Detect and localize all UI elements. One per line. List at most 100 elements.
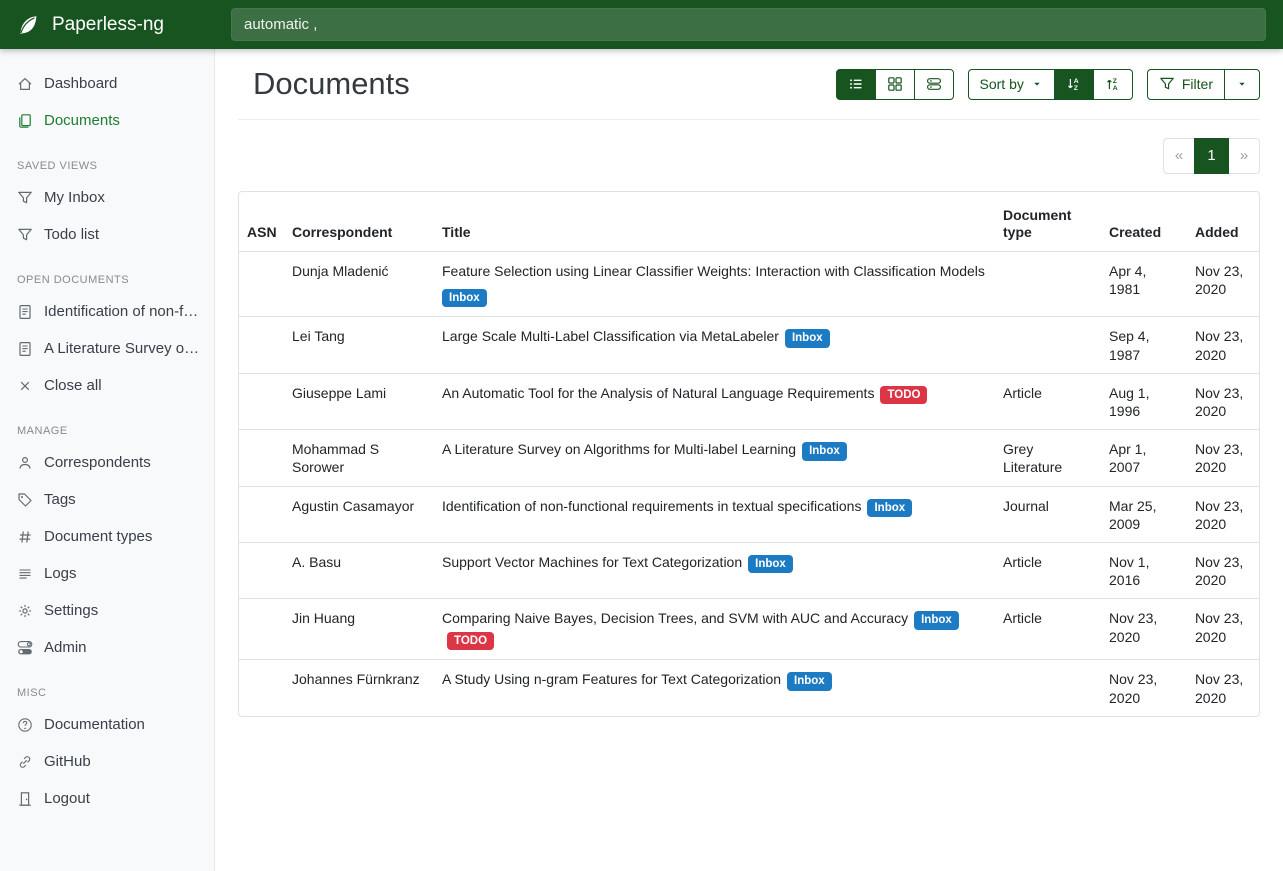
sidebar-item-logout[interactable]: Logout: [0, 780, 214, 817]
doc-correspondent-link[interactable]: A. Basu: [292, 554, 341, 570]
tag-badge-inbox[interactable]: Inbox: [787, 672, 832, 691]
sidebar-item-settings[interactable]: Settings: [0, 592, 214, 629]
tag-badge-inbox[interactable]: Inbox: [748, 555, 793, 574]
door-icon: [17, 791, 33, 807]
sort-by-label: Sort by: [980, 76, 1024, 92]
doc-type-cell: [995, 251, 1101, 317]
sidebar-nav: DashboardDocumentsSAVED VIEWSMy InboxTod…: [0, 65, 214, 817]
svg-text:Z: Z: [1074, 85, 1078, 92]
doc-correspondent-link[interactable]: Lei Tang: [292, 328, 345, 344]
sidebar-item-logs[interactable]: Logs: [0, 555, 214, 592]
search-input[interactable]: [231, 8, 1266, 41]
doc-created-cell: Aug 1, 1996: [1101, 373, 1187, 429]
doc-correspondent-link[interactable]: Dunja Mladenić: [292, 263, 389, 279]
page-title: Documents: [253, 65, 410, 104]
doc-title-link[interactable]: An Automatic Tool for the Analysis of Na…: [442, 385, 874, 401]
brand[interactable]: Paperless-ng: [0, 0, 215, 49]
toggles-icon: [17, 640, 33, 656]
tag-badge-inbox[interactable]: Inbox: [785, 329, 830, 348]
column-header-asn[interactable]: ASN: [239, 192, 284, 252]
tag-badge-inbox[interactable]: Inbox: [802, 442, 847, 461]
sidebar-item-identification-of-non-fu[interactable]: Identification of non-fu…: [0, 293, 214, 330]
doc-correspondent-link[interactable]: Jin Huang: [292, 610, 355, 626]
tag-badge-todo[interactable]: TODO: [447, 632, 494, 651]
sidebar-item-todo-list[interactable]: Todo list: [0, 216, 214, 253]
funnel-icon: [17, 227, 33, 243]
filter-dropdown-button[interactable]: [1224, 69, 1260, 100]
sidebar-item-github[interactable]: GitHub: [0, 743, 214, 780]
sidebar-item-admin[interactable]: Admin: [0, 629, 214, 666]
doc-created-cell: Apr 1, 2007: [1101, 430, 1187, 486]
doc-title-link[interactable]: Support Vector Machines for Text Categor…: [442, 554, 742, 570]
doc-type-link[interactable]: Grey Literature: [1003, 441, 1062, 475]
doc-correspondent-link[interactable]: Agustin Casamayor: [292, 498, 414, 514]
sidebar-item-documentation[interactable]: Documentation: [0, 706, 214, 743]
grid-view-button[interactable]: [875, 69, 915, 100]
doc-title-cell: A Study Using n-gram Features for Text C…: [434, 660, 995, 716]
column-header-correspondent[interactable]: Correspondent: [284, 192, 434, 252]
doc-correspondent-link[interactable]: Mohammad S Sorower: [292, 441, 379, 475]
sidebar-item-a-literature-survey-on[interactable]: A Literature Survey on …: [0, 330, 214, 367]
sidebar-item-document-types[interactable]: Document types: [0, 518, 214, 555]
sidebar-item-documents[interactable]: Documents: [0, 102, 214, 139]
documents-table: ASNCorrespondentTitleDocument typeCreate…: [239, 192, 1260, 716]
doc-title-link[interactable]: Feature Selection using Linear Classifie…: [442, 263, 985, 279]
pagination-row: «1»: [238, 120, 1260, 174]
column-header-document-type[interactable]: Document type: [995, 192, 1101, 252]
doc-title-link[interactable]: A Literature Survey on Algorithms for Mu…: [442, 441, 796, 457]
sort-alpha-up-icon: ZA: [1105, 76, 1121, 92]
sidebar-item-label: Todo list: [44, 224, 99, 245]
sidebar-item-label: Identification of non-fu…: [44, 301, 200, 322]
funnel-icon: [17, 190, 33, 206]
link-icon: [17, 754, 33, 770]
doc-added-cell: Nov 23, 2020: [1187, 251, 1260, 317]
sort-alpha-up-button[interactable]: ZA: [1093, 69, 1133, 100]
pagination-next-button[interactable]: »: [1228, 138, 1260, 174]
doc-title-link[interactable]: A Study Using n-gram Features for Text C…: [442, 671, 781, 687]
doc-correspondent-link[interactable]: Giuseppe Lami: [292, 385, 386, 401]
column-header-added[interactable]: Added: [1187, 192, 1260, 252]
sidebar-item-close-all[interactable]: Close all: [0, 367, 214, 404]
doc-correspondent-cell: Jin Huang: [284, 599, 434, 660]
doc-type-link[interactable]: Article: [1003, 610, 1042, 626]
doc-type-cell: [995, 660, 1101, 716]
toolbar: Sort byAZZA Filter: [836, 69, 1260, 100]
sidebar-item-tags[interactable]: Tags: [0, 481, 214, 518]
sidebar-item-correspondents[interactable]: Correspondents: [0, 444, 214, 481]
page-header: Documents Sort byAZZA Filter: [238, 49, 1260, 119]
sort-by-button[interactable]: Sort by: [968, 69, 1055, 100]
sidebar-item-label: Correspondents: [44, 452, 151, 473]
doc-correspondent-link[interactable]: Johannes Fürnkranz: [292, 671, 420, 687]
doc-title-link[interactable]: Large Scale Multi-Label Classification v…: [442, 328, 779, 344]
filter-button[interactable]: Filter: [1147, 69, 1225, 100]
doc-asn-cell: [239, 430, 284, 486]
sidebar-item-dashboard[interactable]: Dashboard: [0, 65, 214, 102]
pagination-previous-button[interactable]: «: [1163, 138, 1195, 174]
tag-badge-todo[interactable]: TODO: [880, 386, 927, 405]
tag-badge-inbox[interactable]: Inbox: [867, 499, 912, 518]
list-view-button[interactable]: [836, 69, 876, 100]
svg-text:A: A: [1113, 85, 1118, 92]
close-icon: [17, 378, 33, 394]
sidebar-item-label: Document types: [44, 526, 152, 547]
tag-badge-inbox[interactable]: Inbox: [442, 289, 487, 308]
column-header-title[interactable]: Title: [434, 192, 995, 252]
doc-type-link[interactable]: Journal: [1003, 498, 1049, 514]
doc-type-link[interactable]: Article: [1003, 385, 1042, 401]
sidebar-item-my-inbox[interactable]: My Inbox: [0, 179, 214, 216]
pagination-page-button[interactable]: 1: [1194, 138, 1229, 174]
cards-view-button[interactable]: [914, 69, 954, 100]
doc-added-cell: Nov 23, 2020: [1187, 317, 1260, 373]
sidebar-item-label: Settings: [44, 600, 98, 621]
doc-asn-cell: [239, 660, 284, 716]
column-header-created[interactable]: Created: [1101, 192, 1187, 252]
tag-badge-inbox[interactable]: Inbox: [914, 611, 959, 630]
sidebar-item-label: Logs: [44, 563, 77, 584]
doc-title-cell: Support Vector Machines for Text Categor…: [434, 542, 995, 598]
sort-alpha-down-button[interactable]: AZ: [1054, 69, 1094, 100]
doc-title-cell: Comparing Naive Bayes, Decision Trees, a…: [434, 599, 995, 660]
doc-added-cell: Nov 23, 2020: [1187, 430, 1260, 486]
doc-type-link[interactable]: Article: [1003, 554, 1042, 570]
doc-title-link[interactable]: Comparing Naive Bayes, Decision Trees, a…: [442, 610, 908, 626]
doc-title-link[interactable]: Identification of non-functional require…: [442, 498, 861, 514]
